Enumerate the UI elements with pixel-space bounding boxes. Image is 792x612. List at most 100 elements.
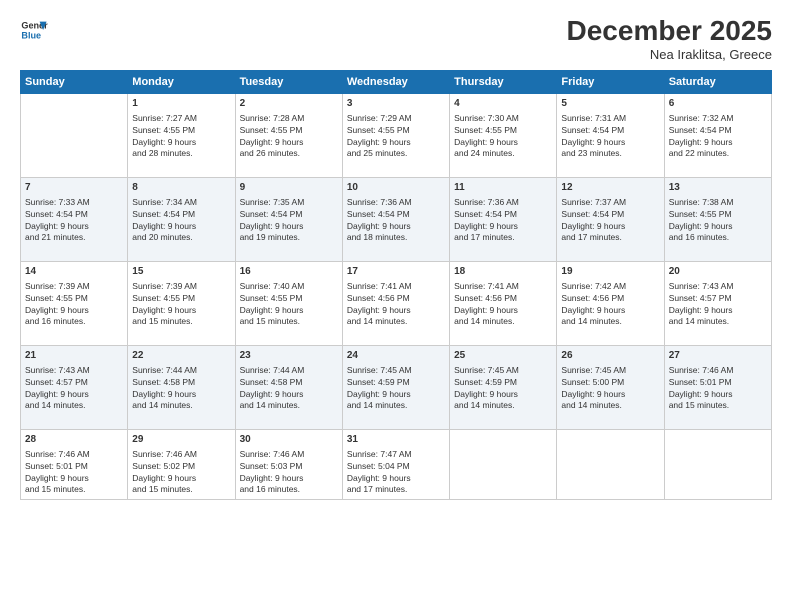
cell-info: Sunrise: 7:33 AM Sunset: 4:54 PM Dayligh… [25, 197, 123, 245]
cell-5-5 [450, 429, 557, 500]
cell-info: Sunrise: 7:39 AM Sunset: 4:55 PM Dayligh… [132, 281, 230, 329]
cell-3-3: 16Sunrise: 7:40 AM Sunset: 4:55 PM Dayli… [235, 261, 342, 345]
day-number: 27 [669, 349, 767, 363]
cell-info: Sunrise: 7:34 AM Sunset: 4:54 PM Dayligh… [132, 197, 230, 245]
cell-info: Sunrise: 7:46 AM Sunset: 5:01 PM Dayligh… [669, 365, 767, 413]
day-number: 12 [561, 181, 659, 195]
cell-info: Sunrise: 7:36 AM Sunset: 4:54 PM Dayligh… [347, 197, 445, 245]
cell-1-4: 3 Sunrise: 7:29 AM Sunset: 4:55 PM Daylig… [342, 93, 449, 177]
cell-info: Sunrise: 7:31 AM Sunset: 4:54 PM Dayligh… [561, 113, 659, 161]
header-saturday: Saturday [664, 70, 771, 93]
week-row-3: 14 Sunrise: 7:39 AM Sunset: 4:55 PM Dayli… [21, 261, 772, 345]
cell-info: Sunrise: 7:36 AM Sunset: 4:54 PM Dayligh… [454, 197, 552, 245]
header-tuesday: Tuesday [235, 70, 342, 93]
cell-4-4: 24 Sunrise: 7:45 AM Sunset: 4:59 PM Dayli… [342, 345, 449, 429]
cell-2-5: 11 Sunrise: 7:36 AM Sunset: 4:54 PM Dayli… [450, 177, 557, 261]
day-number: 29 [132, 433, 230, 447]
svg-text:Blue: Blue [21, 30, 41, 40]
logo-icon: General Blue [20, 16, 48, 44]
day-number: 14 [25, 265, 123, 279]
logo: General Blue [20, 16, 48, 44]
cell-5-1: 28Sunrise: 7:46 AM Sunset: 5:01 PM Dayli… [21, 429, 128, 500]
day-number: 10 [347, 181, 445, 195]
day-number: 7 [25, 181, 123, 195]
day-number: 24 [347, 349, 445, 363]
cell-3-2: 15 Sunrise: 7:39 AM Sunset: 4:55 PM Dayli… [128, 261, 235, 345]
cell-4-6: 26 Sunrise: 7:45 AM Sunset: 5:00 PM Dayli… [557, 345, 664, 429]
day-number: 30 [240, 433, 338, 447]
calendar-page: General Blue December 2025 Nea Iraklitsa… [0, 0, 792, 612]
day-number: 11 [454, 181, 552, 195]
cell-2-4: 10 Sunrise: 7:36 AM Sunset: 4:54 PM Dayli… [342, 177, 449, 261]
day-number: 1 [132, 97, 230, 111]
cell-3-1: 14Sunrise: 7:39 AM Sunset: 4:55 PM Dayli… [21, 261, 128, 345]
cell-1-3: 2Sunrise: 7:28 AM Sunset: 4:55 PM Daylig… [235, 93, 342, 177]
cell-3-5: 18Sunrise: 7:41 AM Sunset: 4:56 PM Dayli… [450, 261, 557, 345]
day-number: 23 [240, 349, 338, 363]
cell-info: Sunrise: 7:35 AM Sunset: 4:54 PM Dayligh… [240, 197, 338, 245]
header-friday: Friday [557, 70, 664, 93]
cell-4-7: 27 Sunrise: 7:46 AM Sunset: 5:01 PM Dayli… [664, 345, 771, 429]
cell-info: Sunrise: 7:30 AM Sunset: 4:55 PM Dayligh… [454, 113, 552, 161]
day-number: 9 [240, 181, 338, 195]
cell-5-2: 29 Sunrise: 7:46 AM Sunset: 5:02 PM Dayli… [128, 429, 235, 500]
cell-info: Sunrise: 7:37 AM Sunset: 4:54 PM Dayligh… [561, 197, 659, 245]
cell-info: Sunrise: 7:28 AM Sunset: 4:55 PM Dayligh… [240, 113, 338, 161]
cell-4-1: 21Sunrise: 7:43 AM Sunset: 4:57 PM Dayli… [21, 345, 128, 429]
cell-5-6 [557, 429, 664, 500]
day-number: 5 [561, 97, 659, 111]
day-number: 26 [561, 349, 659, 363]
header-thursday: Thursday [450, 70, 557, 93]
cell-4-2: 22 Sunrise: 7:44 AM Sunset: 4:58 PM Dayli… [128, 345, 235, 429]
week-row-2: 7 Sunrise: 7:33 AM Sunset: 4:54 PM Daylig… [21, 177, 772, 261]
week-row-5: 28Sunrise: 7:46 AM Sunset: 5:01 PM Dayli… [21, 429, 772, 500]
day-number: 31 [347, 433, 445, 447]
day-number: 3 [347, 97, 445, 111]
cell-info: Sunrise: 7:47 AM Sunset: 5:04 PM Dayligh… [347, 449, 445, 497]
cell-1-2: 1 Sunrise: 7:27 AM Sunset: 4:55 PM Daylig… [128, 93, 235, 177]
header-wednesday: Wednesday [342, 70, 449, 93]
day-number: 25 [454, 349, 552, 363]
week-row-4: 21Sunrise: 7:43 AM Sunset: 4:57 PM Dayli… [21, 345, 772, 429]
cell-info: Sunrise: 7:45 AM Sunset: 4:59 PM Dayligh… [347, 365, 445, 413]
header: General Blue December 2025 Nea Iraklitsa… [20, 16, 772, 62]
cell-info: Sunrise: 7:38 AM Sunset: 4:55 PM Dayligh… [669, 197, 767, 245]
cell-1-1 [21, 93, 128, 177]
subtitle: Nea Iraklitsa, Greece [567, 47, 772, 62]
day-number: 15 [132, 265, 230, 279]
cell-info: Sunrise: 7:29 AM Sunset: 4:55 PM Dayligh… [347, 113, 445, 161]
cell-info: Sunrise: 7:44 AM Sunset: 4:58 PM Dayligh… [132, 365, 230, 413]
cell-info: Sunrise: 7:46 AM Sunset: 5:03 PM Dayligh… [240, 449, 338, 497]
header-monday: Monday [128, 70, 235, 93]
day-number: 20 [669, 265, 767, 279]
cell-5-3: 30 Sunrise: 7:46 AM Sunset: 5:03 PM Dayli… [235, 429, 342, 500]
header-row: Sunday Monday Tuesday Wednesday Thursday… [21, 70, 772, 93]
cell-2-2: 8 Sunrise: 7:34 AM Sunset: 4:54 PM Daylig… [128, 177, 235, 261]
cell-2-3: 9 Sunrise: 7:35 AM Sunset: 4:54 PM Daylig… [235, 177, 342, 261]
day-number: 28 [25, 433, 123, 447]
day-number: 8 [132, 181, 230, 195]
cell-info: Sunrise: 7:41 AM Sunset: 4:56 PM Dayligh… [454, 281, 552, 329]
cell-info: Sunrise: 7:45 AM Sunset: 5:00 PM Dayligh… [561, 365, 659, 413]
cell-4-5: 25 Sunrise: 7:45 AM Sunset: 4:59 PM Dayli… [450, 345, 557, 429]
cell-info: Sunrise: 7:43 AM Sunset: 4:57 PM Dayligh… [669, 281, 767, 329]
cell-info: Sunrise: 7:27 AM Sunset: 4:55 PM Dayligh… [132, 113, 230, 161]
title-block: December 2025 Nea Iraklitsa, Greece [567, 16, 772, 62]
cell-3-4: 17 Sunrise: 7:41 AM Sunset: 4:56 PM Dayli… [342, 261, 449, 345]
cell-2-7: 13 Sunrise: 7:38 AM Sunset: 4:55 PM Dayli… [664, 177, 771, 261]
day-number: 16 [240, 265, 338, 279]
day-number: 13 [669, 181, 767, 195]
cell-3-7: 20 Sunrise: 7:43 AM Sunset: 4:57 PM Dayli… [664, 261, 771, 345]
cell-5-7 [664, 429, 771, 500]
day-number: 19 [561, 265, 659, 279]
day-number: 22 [132, 349, 230, 363]
cell-2-6: 12 Sunrise: 7:37 AM Sunset: 4:54 PM Dayli… [557, 177, 664, 261]
cell-info: Sunrise: 7:41 AM Sunset: 4:56 PM Dayligh… [347, 281, 445, 329]
cell-info: Sunrise: 7:46 AM Sunset: 5:02 PM Dayligh… [132, 449, 230, 497]
day-number: 17 [347, 265, 445, 279]
cell-info: Sunrise: 7:45 AM Sunset: 4:59 PM Dayligh… [454, 365, 552, 413]
cell-2-1: 7 Sunrise: 7:33 AM Sunset: 4:54 PM Daylig… [21, 177, 128, 261]
day-number: 4 [454, 97, 552, 111]
week-row-1: 1 Sunrise: 7:27 AM Sunset: 4:55 PM Daylig… [21, 93, 772, 177]
cell-info: Sunrise: 7:44 AM Sunset: 4:58 PM Dayligh… [240, 365, 338, 413]
